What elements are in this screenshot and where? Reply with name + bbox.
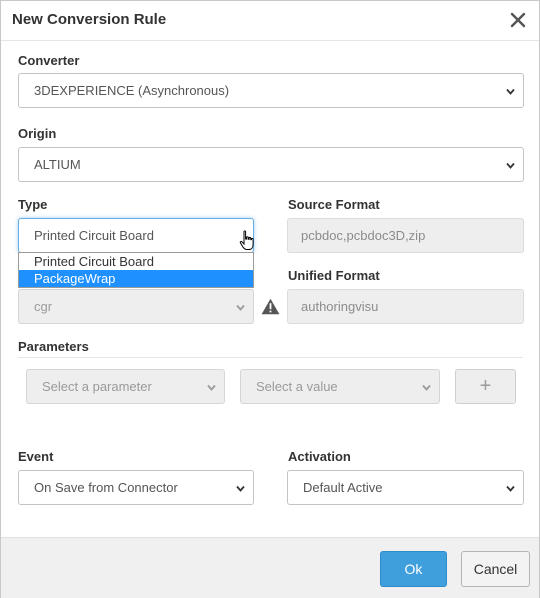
close-icon[interactable] xyxy=(509,9,527,31)
event-select[interactable]: On Save from Connector xyxy=(18,470,254,505)
type-option-packagewrap[interactable]: PackageWrap xyxy=(19,270,253,287)
unified-format-label: Unified Format xyxy=(288,268,380,283)
converter-label: Converter xyxy=(18,53,80,68)
hand-cursor-icon xyxy=(239,230,254,250)
new-conversion-rule-dialog: New Conversion Rule Converter 3DEXPERIEN… xyxy=(0,0,540,598)
converter-select[interactable]: 3DEXPERIENCE (Asynchronous) xyxy=(18,73,524,108)
parameter-select: Select a parameter xyxy=(26,369,225,404)
warning-icon xyxy=(261,298,280,315)
chevron-down-icon xyxy=(207,384,216,391)
origin-label: Origin xyxy=(18,126,57,141)
target-format-select: cgr xyxy=(18,289,254,324)
parameters-divider xyxy=(18,357,523,358)
source-format-label: Source Format xyxy=(288,197,380,212)
origin-value: ALTIUM xyxy=(34,157,81,172)
ok-button[interactable]: Ok xyxy=(380,551,447,587)
chevron-down-icon xyxy=(506,485,515,492)
activation-select[interactable]: Default Active xyxy=(287,470,524,505)
type-select[interactable]: Printed Circuit Board xyxy=(18,218,254,253)
origin-select[interactable]: ALTIUM xyxy=(18,147,524,182)
converter-value: 3DEXPERIENCE (Asynchronous) xyxy=(34,83,230,98)
type-label: Type xyxy=(18,197,48,212)
target-format-value: cgr xyxy=(34,299,53,314)
source-format-field: pcbdoc,pcbdoc3D,zip xyxy=(287,218,524,253)
type-dropdown-list: Printed Circuit Board PackageWrap xyxy=(18,252,254,288)
activation-value: Default Active xyxy=(303,480,383,495)
unified-format-field: authoringvisu xyxy=(287,289,524,324)
chevron-down-icon xyxy=(506,162,515,169)
cancel-button[interactable]: Cancel xyxy=(461,551,530,587)
chevron-down-icon xyxy=(506,88,515,95)
type-option-printed-circuit-board[interactable]: Printed Circuit Board xyxy=(19,253,253,270)
event-label: Event xyxy=(18,449,54,464)
parameters-label: Parameters xyxy=(18,339,89,354)
dialog-title: New Conversion Rule xyxy=(12,11,167,28)
add-parameter-button: + xyxy=(455,369,516,404)
activation-label: Activation xyxy=(288,449,351,464)
chevron-down-icon xyxy=(422,384,431,391)
chevron-down-icon xyxy=(236,304,245,311)
dialog-footer: Ok Cancel xyxy=(1,537,539,598)
event-value: On Save from Connector xyxy=(34,480,178,495)
parameter-placeholder: Select a parameter xyxy=(42,379,152,394)
dialog-header: New Conversion Rule xyxy=(1,1,539,41)
type-value: Printed Circuit Board xyxy=(34,228,154,243)
chevron-down-icon xyxy=(236,485,245,492)
parameter-value-select: Select a value xyxy=(240,369,440,404)
plus-icon: + xyxy=(479,375,492,397)
parameter-value-placeholder: Select a value xyxy=(256,379,338,394)
